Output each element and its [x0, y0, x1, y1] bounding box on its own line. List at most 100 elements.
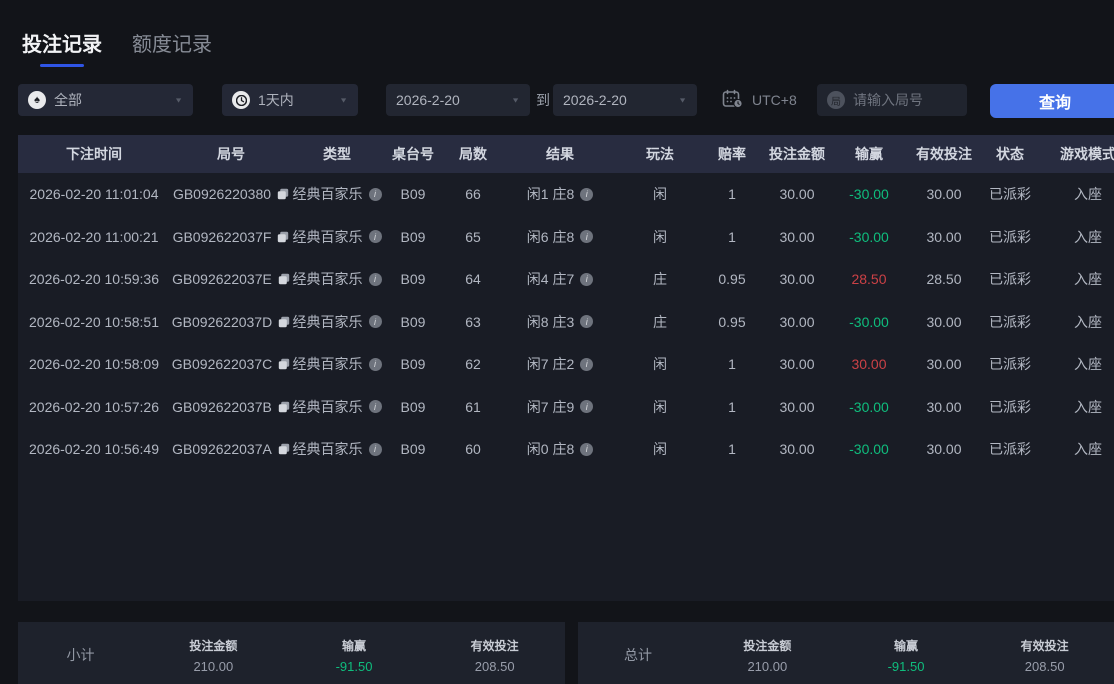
total-win-loss: 输赢 -91.50 [887, 638, 925, 674]
cell-play: 庄 [653, 313, 667, 330]
col-play: 玩法 [646, 146, 674, 162]
table-row: 2026-02-20 10:58:09 GB092622037C 经典百家乐 i… [18, 343, 1114, 386]
cell-valid-bet: 30.00 [926, 356, 962, 373]
cell-result: 闲7 庄2 i [502, 354, 618, 374]
cell-odds: 1 [728, 398, 736, 415]
info-icon[interactable]: i [368, 315, 382, 329]
cell-valid-bet: 28.50 [926, 271, 962, 288]
cell-win-loss: -30.00 [849, 398, 889, 415]
cell-status: 已派彩 [989, 398, 1031, 415]
time-range-select[interactable]: 1天内 ▼ [222, 84, 358, 116]
cell-status: 已派彩 [989, 356, 1031, 373]
cell-round-id: GB092622037B [170, 399, 292, 415]
info-icon[interactable]: i [580, 400, 594, 414]
total-valid-bet: 有效投注 208.50 [1020, 638, 1069, 674]
cell-result: 闲0 庄8 i [502, 439, 618, 459]
cell-game-mode: 入座 [1074, 398, 1102, 415]
cell-win-loss: -30.00 [849, 186, 889, 203]
table-header-row: 下注时间 局号 类型 桌台号 局数 结果 玩法 赔率 投注金额 输赢 有效投注 … [18, 135, 1114, 173]
cell-win-loss: -30.00 [849, 228, 889, 245]
copy-icon[interactable] [278, 401, 290, 413]
col-valid-bet: 有效投注 [916, 146, 972, 162]
col-table-no: 桌台号 [392, 146, 434, 162]
cell-odds: 1 [728, 356, 736, 373]
table-row: 2026-02-20 11:01:04 GB0926220380 经典百家乐 i… [18, 173, 1114, 216]
cell-odds: 0.95 [718, 313, 746, 330]
cell-game-type: 经典百家乐 i [292, 312, 382, 332]
cell-status: 已派彩 [989, 228, 1031, 245]
cell-odds: 0.95 [718, 271, 746, 288]
active-tab-underline [40, 64, 84, 67]
cell-game-type: 经典百家乐 i [292, 354, 382, 374]
tab-quota-records[interactable]: 额度记录 [132, 28, 212, 67]
round-search-input[interactable] [853, 92, 957, 108]
cell-play: 闲 [653, 356, 667, 373]
cell-table-no: B09 [400, 186, 426, 203]
cell-status: 已派彩 [989, 313, 1031, 330]
cell-round-id: GB092622037F [170, 229, 292, 245]
info-icon[interactable]: i [368, 442, 382, 456]
date-range-to-label: 到 [536, 92, 550, 108]
col-round-no: 局数 [459, 146, 487, 162]
cell-bet-time: 2026-02-20 10:58:09 [29, 356, 159, 373]
round-number-icon: 局 [827, 91, 845, 109]
betting-records-table: 下注时间 局号 类型 桌台号 局数 结果 玩法 赔率 投注金额 输赢 有效投注 … [18, 135, 1114, 601]
copy-icon[interactable] [277, 231, 289, 243]
info-icon[interactable]: i [580, 272, 594, 286]
date-to-picker[interactable]: 2026-2-20 ▼ [553, 84, 697, 116]
query-button[interactable]: 查询 [990, 84, 1114, 118]
info-icon[interactable]: i [580, 442, 594, 456]
timezone-indicator: UTC+8 [722, 84, 797, 116]
col-win-loss: 输赢 [855, 146, 883, 162]
info-icon[interactable]: i [580, 230, 594, 244]
cell-table-no: B09 [400, 313, 426, 330]
tab-betting-records[interactable]: 投注记录 [22, 28, 102, 67]
copy-icon[interactable] [278, 316, 290, 328]
copy-icon[interactable] [278, 273, 290, 285]
info-icon[interactable]: i [368, 230, 382, 244]
cell-status: 已派彩 [989, 186, 1031, 203]
cell-result: 闲1 庄8 i [502, 184, 618, 204]
cell-bet-amount: 30.00 [779, 356, 815, 373]
clock-icon [232, 91, 250, 109]
cell-game-mode: 入座 [1074, 228, 1102, 245]
cell-play: 闲 [653, 186, 667, 203]
game-type-select[interactable]: ♠ 全部 ▼ [18, 84, 193, 116]
info-icon[interactable]: i [580, 357, 594, 371]
time-range-value: 1天内 [258, 92, 294, 108]
info-icon[interactable]: i [580, 187, 594, 201]
round-search-box: 局 [817, 84, 967, 116]
info-icon[interactable]: i [368, 400, 382, 414]
cell-round-id: GB092622037A [170, 441, 292, 457]
info-icon[interactable]: i [368, 272, 382, 286]
cell-round-no: 61 [465, 398, 481, 415]
game-type-value: 全部 [54, 92, 82, 108]
cell-valid-bet: 30.00 [926, 441, 962, 458]
col-bet-amount: 投注金额 [769, 146, 825, 162]
cell-result: 闲4 庄7 i [502, 269, 618, 289]
chevron-down-icon: ▼ [678, 96, 687, 104]
cell-bet-time: 2026-02-20 10:56:49 [29, 441, 159, 458]
copy-icon[interactable] [277, 188, 289, 200]
tab-bar: 投注记录 额度记录 [22, 28, 212, 67]
cell-result: 闲6 庄8 i [502, 227, 618, 247]
cell-play: 闲 [653, 441, 667, 458]
info-icon[interactable]: i [368, 357, 382, 371]
subtotal-win-loss: 输赢 -91.50 [335, 638, 373, 674]
cell-odds: 1 [728, 228, 736, 245]
subtotal-label: 小计 [66, 647, 95, 663]
chevron-down-icon: ▼ [339, 96, 348, 104]
cell-result: 闲8 庄3 i [502, 312, 618, 332]
cell-win-loss: -30.00 [849, 441, 889, 458]
info-icon[interactable]: i [580, 315, 594, 329]
cell-round-id: GB092622037D [170, 314, 292, 330]
copy-icon[interactable] [278, 443, 290, 455]
cell-valid-bet: 30.00 [926, 398, 962, 415]
info-icon[interactable]: i [368, 187, 382, 201]
cell-round-id: GB0926220380 [170, 186, 292, 202]
cell-odds: 1 [728, 441, 736, 458]
tab-quota-records-label: 额度记录 [132, 34, 212, 56]
col-bet-time: 下注时间 [66, 146, 122, 162]
copy-icon[interactable] [278, 358, 290, 370]
date-from-picker[interactable]: 2026-2-20 ▼ [386, 84, 530, 116]
